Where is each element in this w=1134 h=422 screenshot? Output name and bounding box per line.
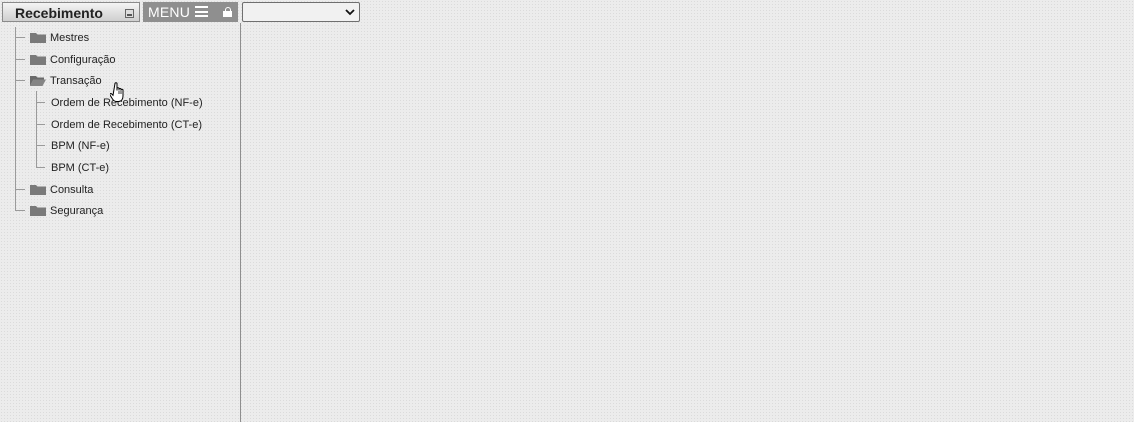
hand-cursor-icon	[110, 82, 124, 102]
tree-item-label: Mestres	[50, 32, 90, 44]
menu-label: MENU	[148, 4, 191, 20]
module-select[interactable]	[242, 2, 360, 22]
tree-item-label: Segurança	[50, 205, 104, 217]
top-bar: Recebimento MENU	[0, 0, 1134, 22]
main-content-area	[241, 23, 1134, 422]
minimize-icon[interactable]	[125, 9, 134, 18]
tree-item-label: Ordem de Recebimento (CT-e)	[51, 119, 202, 131]
folder-open-icon	[30, 76, 46, 86]
lock-icon[interactable]	[223, 7, 232, 17]
tree-connector	[36, 124, 45, 125]
folder-icon	[30, 55, 46, 65]
app-title-box: Recebimento	[2, 2, 140, 22]
tree-item-label: BPM (CT-e)	[51, 162, 110, 174]
folder-icon	[30, 206, 46, 216]
tree-item-label: Transação	[50, 75, 102, 87]
tree-connector	[15, 37, 25, 38]
chevron-down-icon	[345, 9, 355, 16]
tree-connector	[15, 27, 16, 210]
tree-item-label: BPM (NF-e)	[51, 140, 110, 152]
navigation-tree: Mestres Configuração Transação Ordem de …	[0, 23, 240, 243]
tree-connector	[15, 189, 25, 190]
tree-item-label: Consulta	[50, 184, 94, 196]
tree-connector	[15, 59, 25, 60]
tree-connector	[36, 102, 45, 103]
tree-item-label: Configuração	[50, 54, 116, 66]
folder-icon	[30, 33, 46, 43]
tree-connector	[36, 167, 45, 168]
tree-connector	[15, 210, 25, 211]
menu-button[interactable]: MENU	[143, 2, 238, 22]
hamburger-icon	[195, 6, 208, 17]
tree-connector	[36, 145, 45, 146]
app-title: Recebimento	[15, 5, 103, 21]
tree-item-label: Ordem de Recebimento (NF-e)	[51, 97, 203, 109]
tree-connector	[15, 80, 25, 81]
folder-icon	[30, 185, 46, 195]
